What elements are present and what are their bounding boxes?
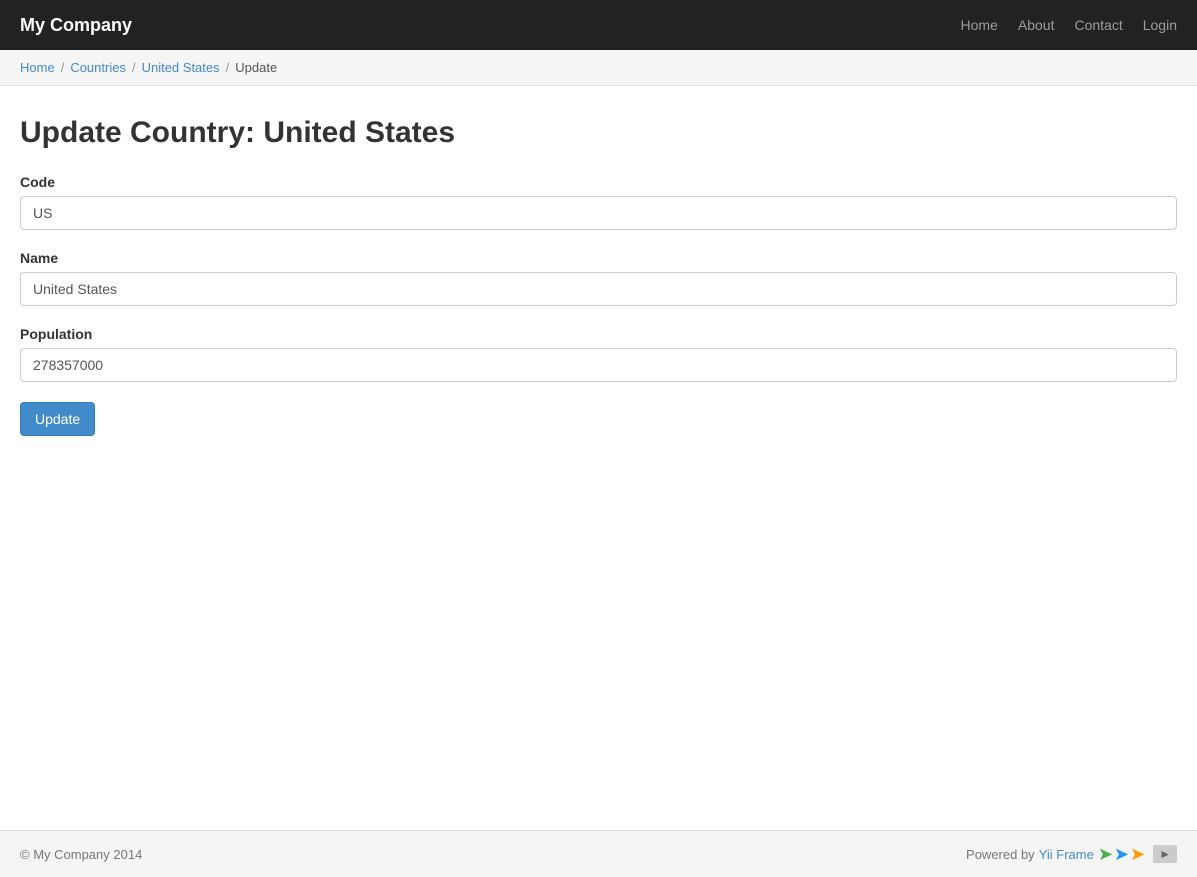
scroll-button[interactable]: ► (1153, 845, 1177, 863)
breadcrumb-item-update: Update (235, 60, 277, 75)
nav-item-home: Home (961, 17, 998, 33)
code-input[interactable] (20, 196, 1177, 230)
nav-item-about: About (1018, 17, 1055, 33)
yii-logo-leaf3: ➤ (1130, 845, 1145, 863)
navbar-brand[interactable]: My Company (20, 15, 132, 36)
yii-logo-leaf1: ➤ (1098, 845, 1113, 863)
breadcrumb-link-countries[interactable]: Countries (70, 60, 126, 75)
name-label: Name (20, 250, 1177, 266)
nav-item-contact: Contact (1074, 17, 1122, 33)
nav-link-home[interactable]: Home (961, 17, 998, 33)
nav-link-about[interactable]: About (1018, 17, 1055, 33)
footer-copyright: © My Company 2014 (20, 847, 142, 862)
breadcrumb-separator-2: / (132, 60, 136, 75)
yii-logo-icon: ➤ ➤ ➤ (1098, 845, 1145, 863)
breadcrumb: Home / Countries / United States / Updat… (20, 60, 1177, 75)
name-input[interactable] (20, 272, 1177, 306)
breadcrumb-link-home[interactable]: Home (20, 60, 55, 75)
form-group-name: Name (20, 250, 1177, 306)
breadcrumb-link-united-states[interactable]: United States (142, 60, 220, 75)
breadcrumb-item-countries: Countries (70, 60, 126, 75)
update-form: Code Name Population Update (20, 174, 1177, 436)
main-content: Update Country: United States Code Name … (0, 86, 1197, 830)
breadcrumb-item-united-states: United States (142, 60, 220, 75)
nav-link-contact[interactable]: Contact (1074, 17, 1122, 33)
footer: © My Company 2014 Powered by Yii Frame ➤… (0, 830, 1197, 877)
page-title: Update Country: United States (20, 116, 1177, 150)
footer-powered-text: Powered by (966, 847, 1035, 862)
yii-logo-leaf2: ➤ (1114, 845, 1129, 863)
form-group-code: Code (20, 174, 1177, 230)
population-label: Population (20, 326, 1177, 342)
breadcrumb-separator-1: / (61, 60, 65, 75)
nav-item-login: Login (1143, 17, 1177, 33)
code-label: Code (20, 174, 1177, 190)
form-group-population: Population (20, 326, 1177, 382)
navbar-nav: Home About Contact Login (961, 17, 1177, 33)
footer-yii-link[interactable]: Yii Frame (1039, 847, 1094, 862)
breadcrumb-item-home: Home (20, 60, 55, 75)
navbar: My Company Home About Contact Login (0, 0, 1197, 50)
update-button[interactable]: Update (20, 402, 95, 436)
breadcrumb-separator-3: / (226, 60, 230, 75)
population-input[interactable] (20, 348, 1177, 382)
footer-powered: Powered by Yii Frame ➤ ➤ ➤ ► (966, 845, 1177, 863)
nav-link-login[interactable]: Login (1143, 17, 1177, 33)
breadcrumb-bar: Home / Countries / United States / Updat… (0, 50, 1197, 86)
breadcrumb-current: Update (235, 60, 277, 75)
